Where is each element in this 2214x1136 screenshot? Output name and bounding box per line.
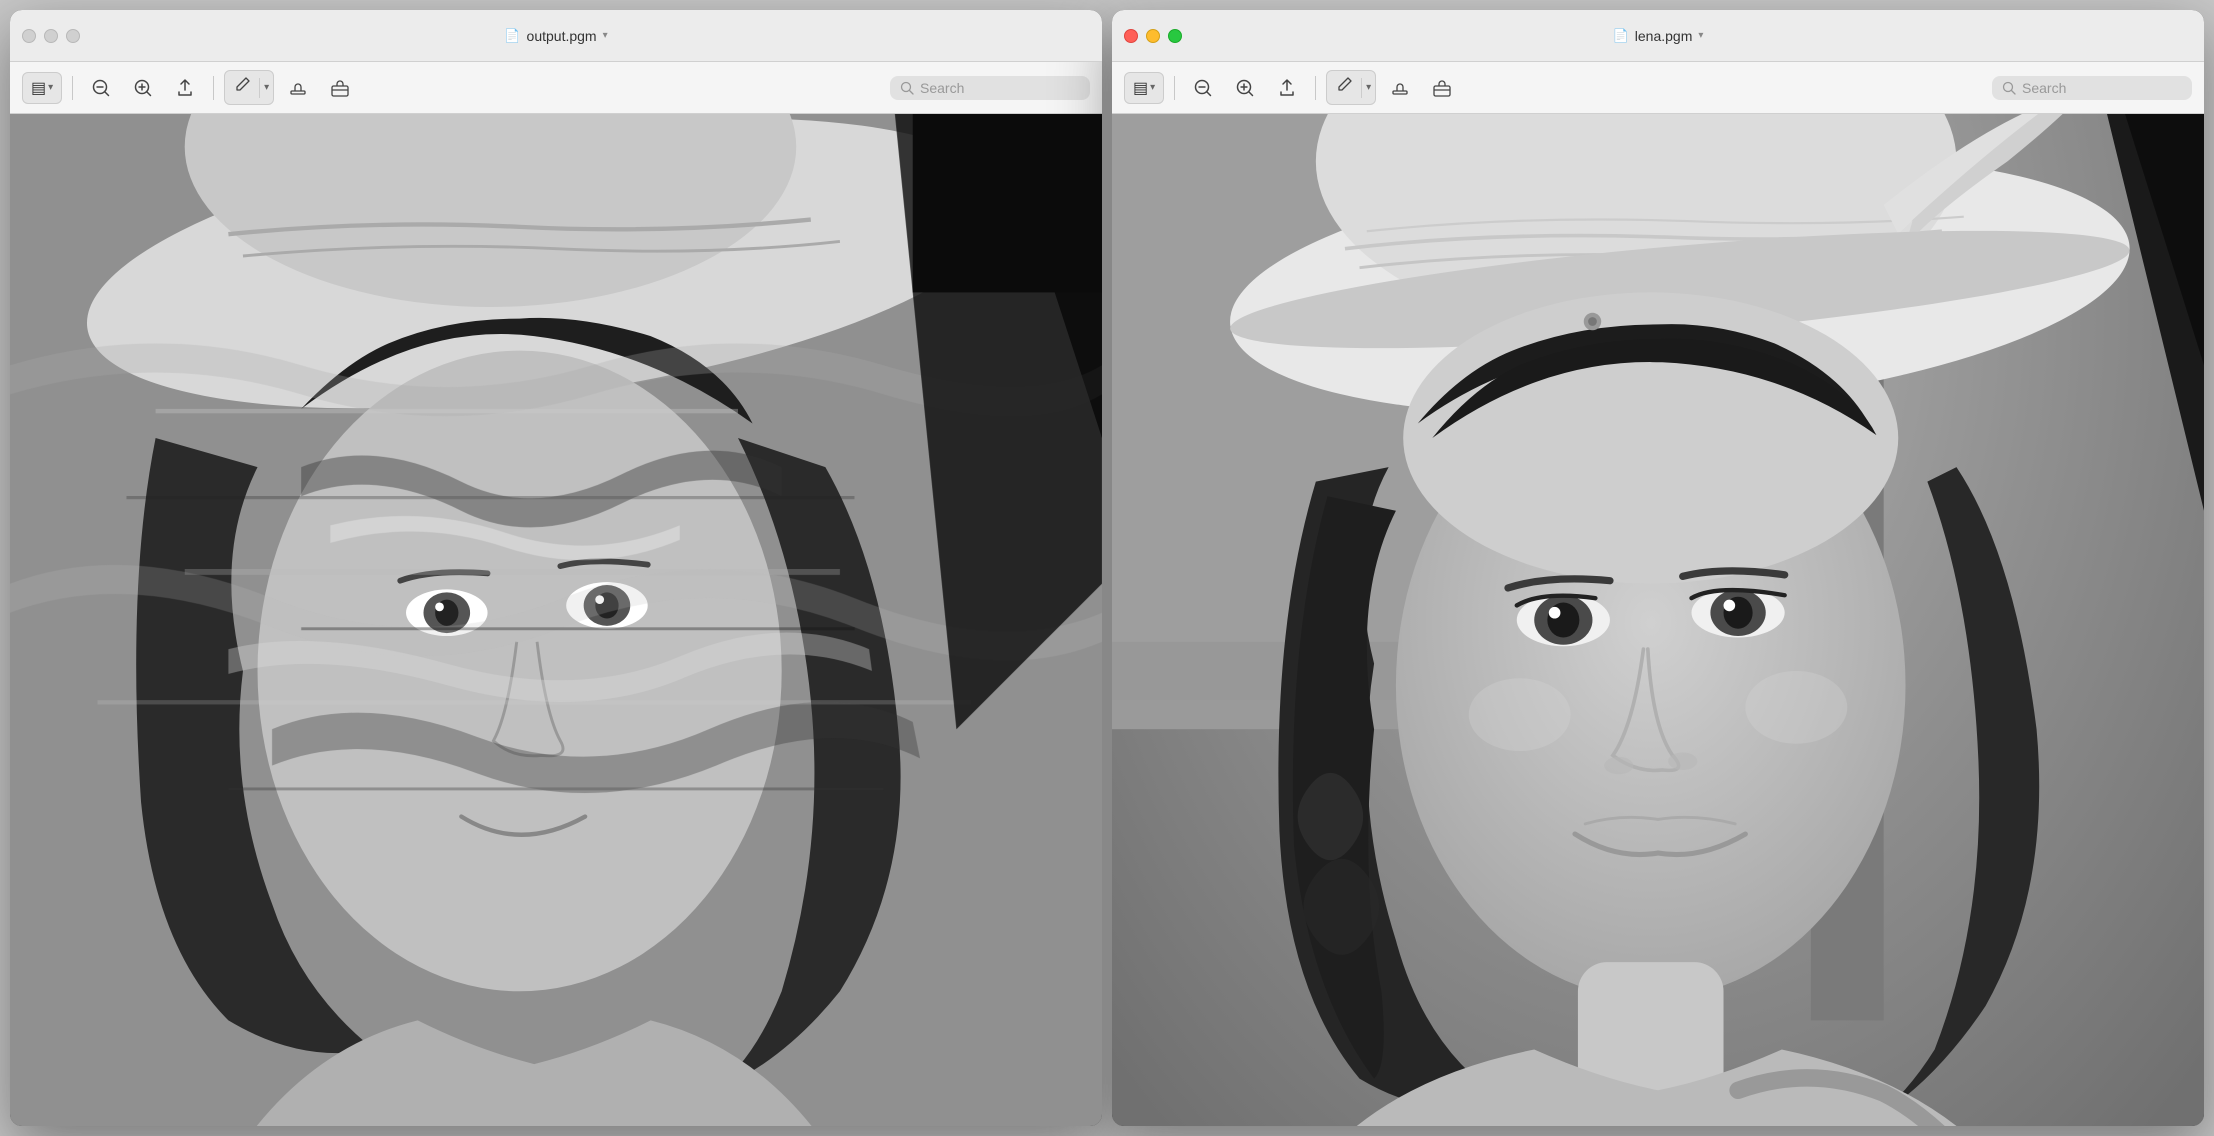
pen-chevron-right[interactable]: ▾ <box>1362 77 1375 98</box>
title-file-icon-right: 📄 <box>1613 28 1629 44</box>
pen-button-right[interactable] <box>1327 71 1361 104</box>
pen-button-left[interactable] <box>225 71 259 104</box>
view-button-left[interactable]: ▤ ▾ <box>22 72 62 104</box>
zoom-in-button-left[interactable] <box>125 72 161 104</box>
stamp-button-right[interactable] <box>1382 72 1418 104</box>
pen-icon-left <box>233 76 251 94</box>
separator-2-left <box>213 76 214 100</box>
close-button-left[interactable] <box>22 29 36 43</box>
titlebar-right: 📄 lena.pgm ▾ <box>1112 10 2204 62</box>
maximize-button-left[interactable] <box>66 29 80 43</box>
stamp-icon-left <box>288 78 308 98</box>
toolbox-icon-left <box>330 78 350 98</box>
titlebar-left: 📄 output.pgm ▾ <box>10 10 1102 62</box>
pen-icon-right <box>1335 76 1353 94</box>
image-area-right <box>1112 114 2204 1126</box>
toolbar-left: ▤ ▾ <box>10 62 1102 114</box>
share-icon-right <box>1277 78 1297 98</box>
search-field-right[interactable] <box>1992 76 2192 100</box>
zoom-in-button-right[interactable] <box>1227 72 1263 104</box>
separator-2-right <box>1315 76 1316 100</box>
title-chevron-left[interactable]: ▾ <box>603 30 608 41</box>
zoom-in-icon-left <box>133 78 153 98</box>
minimize-button-right[interactable] <box>1146 29 1160 43</box>
toolbar-right: ▤ ▾ <box>1112 62 2204 114</box>
pen-chevron-left[interactable]: ▾ <box>260 77 273 98</box>
maximize-button-right[interactable] <box>1168 29 1182 43</box>
title-chevron-right[interactable]: ▾ <box>1698 30 1703 41</box>
stamp-button-left[interactable] <box>280 72 316 104</box>
window-right: 📄 lena.pgm ▾ ▤ ▾ <box>1112 10 2204 1126</box>
window-left: 📄 output.pgm ▾ ▤ ▾ <box>10 10 1102 1126</box>
normal-lena-image <box>1112 114 2204 1126</box>
traffic-lights-left <box>22 29 80 43</box>
zoom-out-icon-left <box>91 78 111 98</box>
zoom-out-button-left[interactable] <box>83 72 119 104</box>
traffic-lights-right <box>1124 29 1182 43</box>
toolbox-icon-right <box>1432 78 1452 98</box>
search-input-left[interactable] <box>920 80 1070 96</box>
image-area-left <box>10 114 1102 1126</box>
view-icon-left: ▤ <box>31 78 46 98</box>
search-icon-right <box>2002 81 2016 95</box>
window-title-left: 📄 output.pgm ▾ <box>504 28 607 44</box>
view-chevron-left: ▾ <box>48 82 53 93</box>
minimize-button-left[interactable] <box>44 29 58 43</box>
close-button-right[interactable] <box>1124 29 1138 43</box>
view-chevron-right: ▾ <box>1150 82 1155 93</box>
separator-1-right <box>1174 76 1175 100</box>
view-icon-right: ▤ <box>1133 78 1148 98</box>
search-field-left[interactable] <box>890 76 1090 100</box>
search-input-right[interactable] <box>2022 80 2172 96</box>
share-button-right[interactable] <box>1269 72 1305 104</box>
distorted-lena-image <box>10 114 1102 1126</box>
share-button-left[interactable] <box>167 72 203 104</box>
title-file-icon-left: 📄 <box>504 28 520 44</box>
title-text-left: output.pgm <box>527 28 597 44</box>
window-title-right: 📄 lena.pgm ▾ <box>1613 28 1704 44</box>
zoom-in-icon-right <box>1235 78 1255 98</box>
toolbox-button-left[interactable] <box>322 72 358 104</box>
pen-group-right: ▾ <box>1326 70 1376 105</box>
view-button-right[interactable]: ▤ ▾ <box>1124 72 1164 104</box>
pen-group-left: ▾ <box>224 70 274 105</box>
title-text-right: lena.pgm <box>1635 28 1693 44</box>
zoom-out-button-right[interactable] <box>1185 72 1221 104</box>
stamp-icon-right <box>1390 78 1410 98</box>
separator-1-left <box>72 76 73 100</box>
toolbox-button-right[interactable] <box>1424 72 1460 104</box>
zoom-out-icon-right <box>1193 78 1213 98</box>
search-icon-left <box>900 81 914 95</box>
share-icon-left <box>175 78 195 98</box>
